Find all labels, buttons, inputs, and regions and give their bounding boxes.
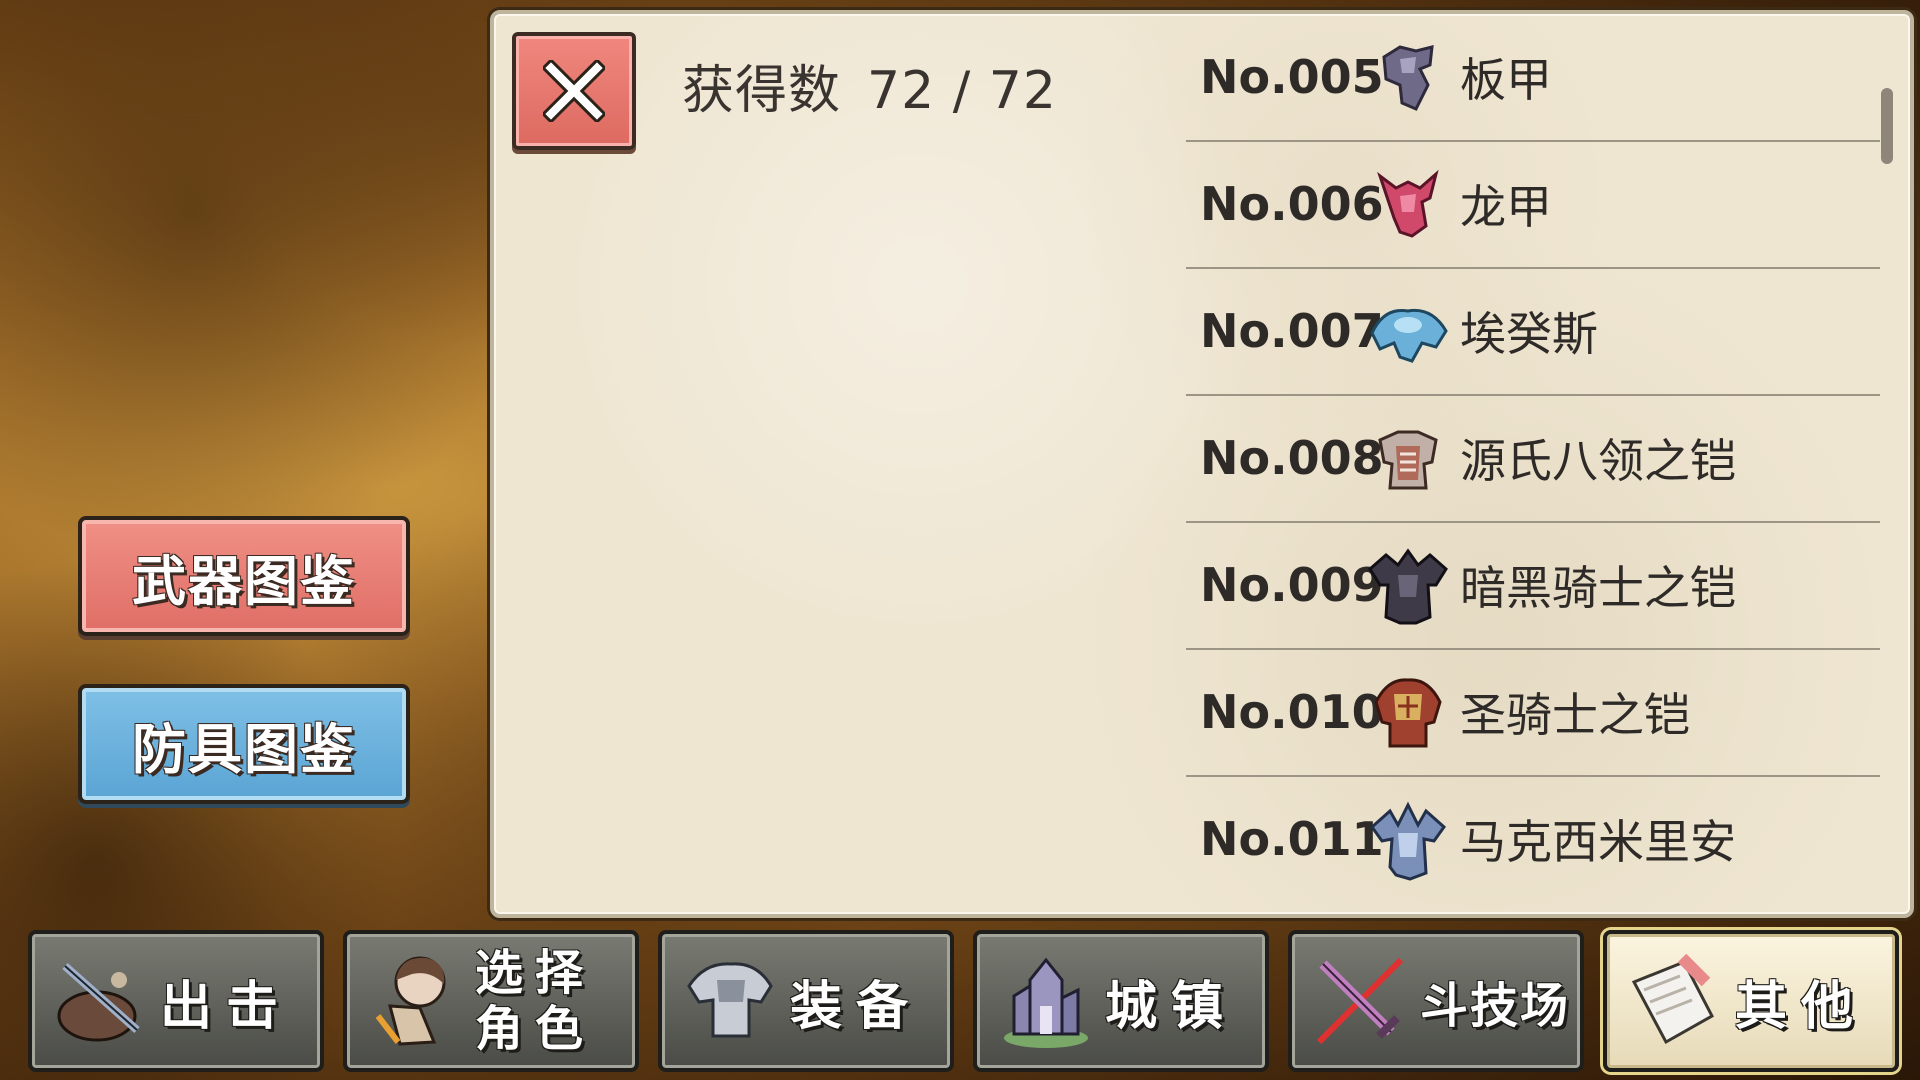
nav-arena-button[interactable]: 斗技场 [1288,930,1584,1072]
genji-armor-icon [1366,416,1450,500]
armor-list-item[interactable]: No.009 暗黑骑士之铠 [1186,522,1880,650]
armor-number: No.007 [1200,304,1384,358]
nav-character-select-button[interactable]: 选择角色 [343,930,639,1072]
nav-label: 城镇 [1105,976,1238,1037]
close-icon [543,60,605,122]
armor-number: No.009 [1200,558,1384,612]
armor-list[interactable]: No.005 板甲 No.006 龙甲 No.007 埃癸斯 No.008 源氏… [1186,14,1880,894]
collected-value: 72 / 72 [867,61,1057,121]
nav-label: 斗技场 [1420,978,1571,1034]
bottom-nav: 出击 选择角色 装备 城镇 斗技场 其他 [28,930,1899,1072]
nav-equipment-button[interactable]: 装备 [658,930,954,1072]
armor-number: No.008 [1200,431,1384,485]
town-icon [985,941,1105,1061]
sortie-icon [40,941,160,1061]
nav-sortie-button[interactable]: 出击 [28,930,324,1072]
armor-list-item[interactable]: No.007 埃癸斯 [1186,268,1880,396]
armor-list-item[interactable]: No.006 龙甲 [1186,141,1880,269]
nav-other-button[interactable]: 其他 [1603,930,1899,1072]
armor-number: No.006 [1200,177,1384,231]
armor-name: 源氏八领之铠 [1460,434,1736,488]
armor-number: No.011 [1200,812,1384,866]
weapon-catalog-button[interactable]: 武器图鉴 [78,516,410,636]
armor-name: 板甲 [1460,53,1552,107]
armor-number: No.005 [1200,50,1384,104]
armor-name: 圣骑士之铠 [1460,688,1690,742]
other-icon [1615,941,1735,1061]
nav-label: 出击 [160,976,293,1037]
equipment-icon [670,941,790,1061]
close-button[interactable] [512,32,636,150]
maximilian-armor-icon [1366,797,1450,881]
arena-icon [1300,941,1420,1061]
armor-name: 马克西米里安 [1460,815,1736,869]
collected-count: 获得数 72 / 72 [682,48,1057,123]
armor-list-item[interactable]: No.011 马克西米里安 [1186,776,1880,894]
armor-name: 埃癸斯 [1460,307,1598,361]
paladin-armor-icon [1366,670,1450,754]
nav-label: 装备 [790,976,923,1037]
plate-armor-icon [1366,35,1450,119]
list-scrollbar[interactable] [1881,88,1893,164]
dragon-armor-icon [1366,162,1450,246]
nav-label: 其他 [1735,976,1868,1037]
armor-name: 龙甲 [1460,180,1552,234]
armor-list-item[interactable]: No.010 圣骑士之铠 [1186,649,1880,777]
nav-label: 选择角色 [475,945,596,1057]
armor-catalog-button[interactable]: 防具图鉴 [78,684,410,804]
armor-list-item[interactable]: No.005 板甲 [1186,14,1880,142]
aegis-icon [1366,289,1450,373]
collected-label: 获得数 [682,61,842,121]
armor-list-item[interactable]: No.008 源氏八领之铠 [1186,395,1880,523]
character-select-icon [355,941,475,1061]
armor-name: 暗黑骑士之铠 [1460,561,1736,615]
armor-number: No.010 [1200,685,1384,739]
dark-knight-armor-icon [1366,543,1450,627]
nav-town-button[interactable]: 城镇 [973,930,1269,1072]
